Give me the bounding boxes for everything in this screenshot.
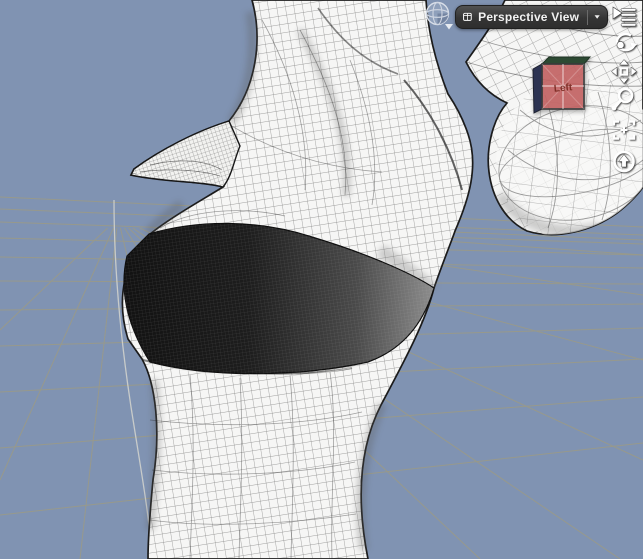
frame-tool-button[interactable]	[608, 117, 640, 144]
button-separator	[587, 9, 588, 25]
view-cube-top-face	[540, 56, 592, 65]
globe-dropdown-arrow-icon	[445, 24, 453, 30]
view-cube-left-face	[532, 63, 543, 114]
view-selector-button[interactable]: Perspective View	[455, 5, 608, 29]
aim-tool-button[interactable]	[608, 148, 640, 175]
orbit-tool-button[interactable]	[608, 31, 640, 58]
pan-tool-button[interactable]	[608, 58, 640, 85]
dolly-zoom-tool-button[interactable]	[608, 86, 640, 113]
viewport-3d[interactable]: Left Perspective View	[0, 0, 643, 559]
chevron-down-icon[interactable]	[594, 13, 600, 21]
view-cube[interactable]: Left	[532, 56, 592, 114]
viewport-options-button[interactable]	[608, 4, 640, 31]
scene-canvas[interactable]: Left	[0, 0, 643, 559]
view-cube-label: Left	[553, 82, 573, 95]
window-grid-icon	[463, 12, 472, 21]
view-selector-label: Perspective View	[478, 10, 580, 24]
view-globe-icon[interactable]	[424, 1, 454, 31]
